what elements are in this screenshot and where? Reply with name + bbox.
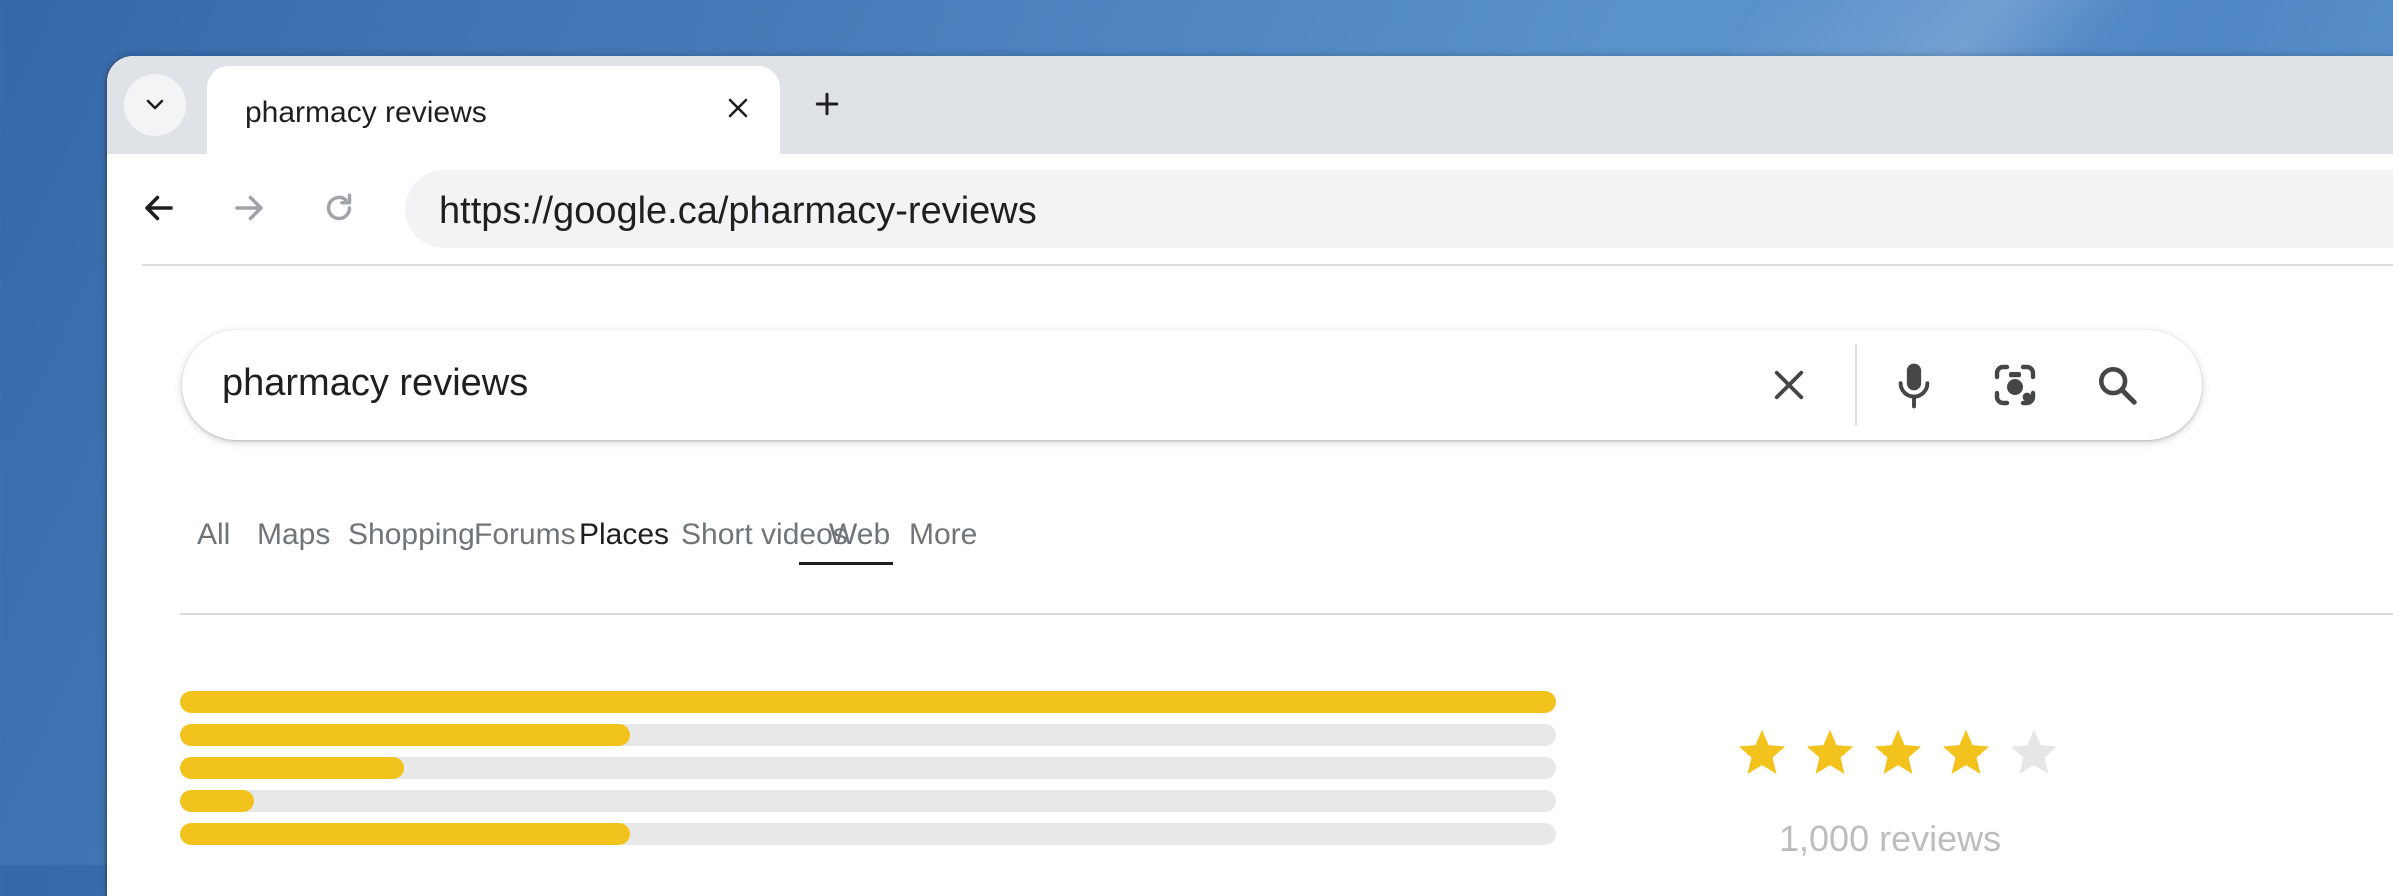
search-box-divider: [1855, 344, 1857, 426]
search-results-page: pharmacy reviews All Maps Shopping Forum…: [107, 266, 2393, 896]
rating-bar-fill: [180, 790, 255, 812]
tab-forums[interactable]: Forums: [474, 518, 576, 552]
search-submit-button[interactable]: [2090, 358, 2144, 412]
camera-lens-icon: [1994, 364, 2036, 406]
tab-places[interactable]: Places: [579, 518, 669, 552]
star-filled-icon: [1738, 729, 1786, 774]
rating-bar-track: [180, 691, 1556, 713]
forward-button[interactable]: [223, 182, 275, 234]
rating-bar-track: [180, 724, 1556, 746]
clear-search-button[interactable]: [1762, 358, 1816, 412]
reload-button[interactable]: [313, 182, 365, 234]
tab-short-videos[interactable]: Short videos: [681, 518, 848, 552]
rating-bar-track: [180, 757, 1556, 779]
voice-search-button[interactable]: [1887, 358, 1941, 412]
browser-toolbar: https://google.ca/pharmacy-reviews: [107, 154, 2393, 264]
star-empty-icon: [2010, 729, 2058, 774]
image-search-button[interactable]: [1988, 358, 2042, 412]
rating-bar-track: [180, 790, 1556, 812]
close-icon: [728, 98, 748, 118]
tab-close-button[interactable]: [718, 88, 758, 128]
tab-web[interactable]: Web: [829, 518, 890, 552]
close-icon: [1774, 370, 1804, 400]
new-tab-button[interactable]: [805, 82, 849, 126]
tab-all[interactable]: All: [197, 518, 230, 552]
arrow-forward-icon: [235, 195, 263, 221]
rating-bar-fill: [180, 757, 405, 779]
tab-strip: pharmacy reviews: [107, 56, 2393, 154]
star-filled-icon: [1942, 729, 1990, 774]
microphone-icon: [1898, 363, 1930, 409]
back-button[interactable]: [133, 182, 185, 234]
rating-bar-fill: [180, 724, 630, 746]
search-input[interactable]: pharmacy reviews: [222, 362, 528, 405]
star-rating: [1735, 726, 2061, 780]
reload-icon: [326, 193, 352, 221]
tabs-divider: [180, 613, 2393, 615]
arrow-back-icon: [145, 195, 173, 221]
search-icon: [2098, 366, 2137, 405]
browser-window: pharmacy reviews https://google.ca/pharm…: [107, 56, 2393, 896]
plus-icon: [815, 92, 839, 116]
search-filter-tabs: All Maps Shopping Forums Places Short vi…: [179, 476, 2393, 566]
rating-bar-fill: [180, 691, 1556, 713]
tab-maps[interactable]: Maps: [257, 518, 330, 552]
review-count: 1,000 reviews: [1779, 818, 2002, 859]
tab-title: pharmacy reviews: [245, 96, 487, 129]
tab-search-button[interactable]: [124, 74, 186, 136]
rating-distribution: [180, 691, 1556, 856]
browser-tab-active[interactable]: pharmacy reviews: [207, 66, 780, 154]
chevron-down-icon: [146, 99, 164, 110]
search-box[interactable]: pharmacy reviews: [182, 330, 2202, 440]
star-filled-icon: [1874, 729, 1922, 774]
rating-bar-fill: [180, 823, 630, 845]
address-bar-url: https://google.ca/pharmacy-reviews: [439, 190, 1037, 232]
rating-bar-track: [180, 823, 1556, 845]
star-filled-icon: [1806, 729, 1854, 774]
tab-more[interactable]: More: [909, 518, 977, 552]
address-bar[interactable]: https://google.ca/pharmacy-reviews: [405, 170, 2393, 248]
tab-shopping[interactable]: Shopping: [348, 518, 475, 552]
active-tab-indicator: [799, 562, 893, 565]
